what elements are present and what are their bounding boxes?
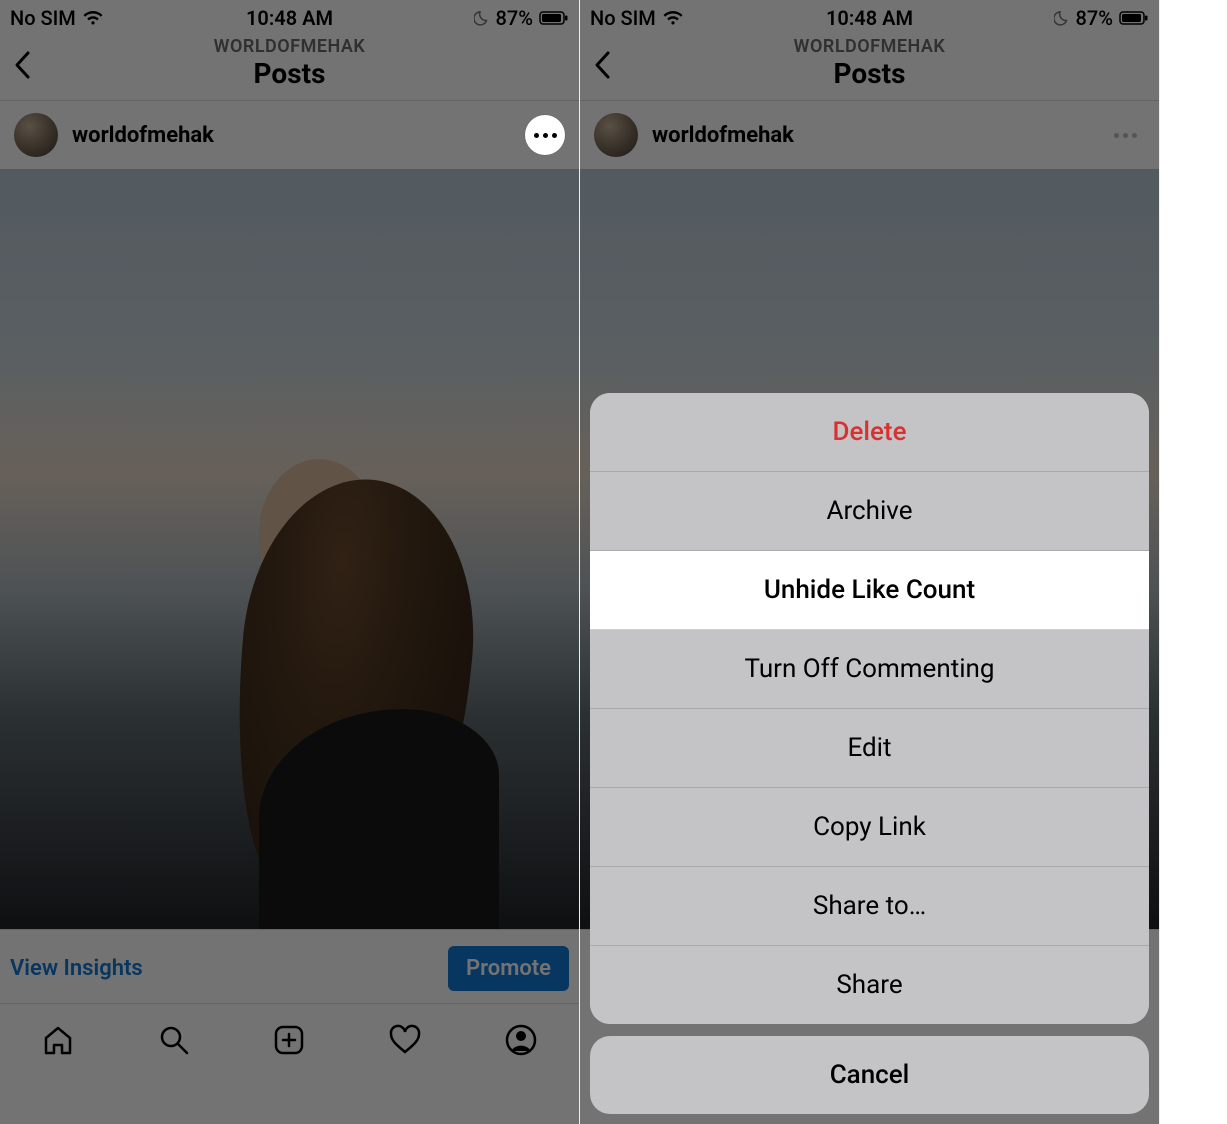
person-silhouette [179, 369, 519, 929]
activity-heart-icon[interactable] [387, 1022, 423, 1058]
header-subtitle: WORLDOFMEHAK [580, 36, 1159, 57]
action-share-to[interactable]: Share to… [590, 867, 1149, 946]
battery-icon [1119, 11, 1149, 25]
avatar[interactable] [14, 113, 58, 157]
post-header: worldofmehak [0, 101, 579, 169]
wifi-icon [662, 10, 684, 26]
search-icon[interactable] [156, 1022, 192, 1058]
action-cancel[interactable]: Cancel [590, 1036, 1149, 1114]
status-bar: No SIM 10:48 AM 87% [580, 0, 1159, 32]
page-header: WORLDOFMEHAK Posts [580, 32, 1159, 101]
battery-percent-label: 87% [496, 6, 533, 30]
battery-percent-label: 87% [1076, 6, 1113, 30]
more-options-button[interactable] [525, 115, 565, 155]
do-not-disturb-icon [474, 10, 490, 26]
action-turn-off-commenting[interactable]: Turn Off Commenting [590, 630, 1149, 709]
more-options-button[interactable] [1105, 115, 1145, 155]
carrier-label: No SIM [10, 6, 76, 30]
header-title: Posts [0, 57, 579, 90]
promote-button[interactable]: Promote [448, 946, 569, 991]
battery-icon [539, 11, 569, 25]
tab-bar [0, 1003, 579, 1080]
profile-icon[interactable] [503, 1022, 539, 1058]
action-unhide-like-count[interactable]: Unhide Like Count [590, 551, 1149, 630]
action-sheet: Delete Archive Unhide Like Count Turn Of… [590, 393, 1149, 1114]
ellipsis-icon [1114, 133, 1137, 138]
ellipsis-icon [534, 133, 557, 138]
clock-label: 10:48 AM [826, 6, 913, 30]
header-title: Posts [580, 57, 1159, 90]
avatar[interactable] [594, 113, 638, 157]
action-copy-link[interactable]: Copy Link [590, 788, 1149, 867]
action-delete[interactable]: Delete [590, 393, 1149, 472]
insights-bar: View Insights Promote [0, 929, 579, 1003]
status-bar: No SIM 10:48 AM 87% [0, 0, 579, 32]
new-post-icon[interactable] [271, 1022, 307, 1058]
phone-screen-right: No SIM 10:48 AM 87% WORLDOFMEHAK Posts w… [580, 0, 1160, 1124]
header-subtitle: WORLDOFMEHAK [0, 36, 579, 57]
back-button[interactable] [592, 50, 614, 84]
wifi-icon [82, 10, 104, 26]
action-archive[interactable]: Archive [590, 472, 1149, 551]
home-icon[interactable] [40, 1022, 76, 1058]
phone-screen-left: No SIM 10:48 AM 87% WORLDOFMEHAK Posts w… [0, 0, 580, 1124]
action-sheet-list: Delete Archive Unhide Like Count Turn Of… [590, 393, 1149, 1024]
post-username[interactable]: worldofmehak [652, 123, 794, 148]
post-username[interactable]: worldofmehak [72, 123, 214, 148]
post-header: worldofmehak [580, 101, 1159, 169]
action-edit[interactable]: Edit [590, 709, 1149, 788]
clock-label: 10:48 AM [246, 6, 333, 30]
do-not-disturb-icon [1054, 10, 1070, 26]
post-image[interactable] [0, 169, 579, 929]
view-insights-link[interactable]: View Insights [10, 956, 143, 981]
action-share[interactable]: Share [590, 946, 1149, 1024]
back-button[interactable] [12, 50, 34, 84]
page-header: WORLDOFMEHAK Posts [0, 32, 579, 101]
carrier-label: No SIM [590, 6, 656, 30]
